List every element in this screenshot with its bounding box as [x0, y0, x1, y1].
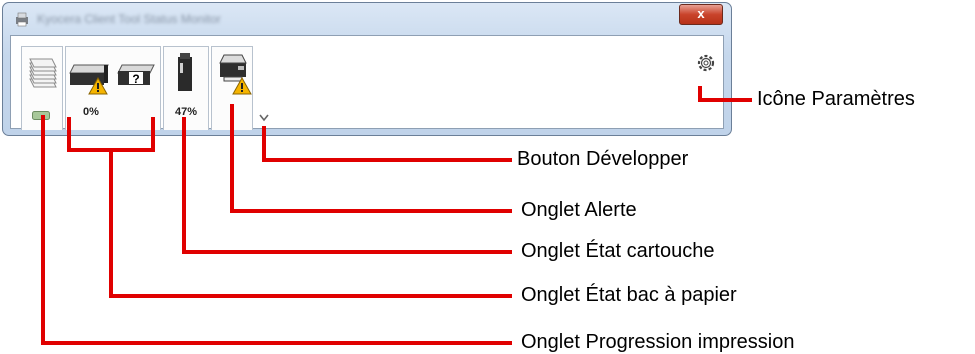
label-toner-tab: Onglet État cartouche	[521, 240, 715, 262]
callout-settings	[698, 86, 752, 102]
label-paper-tab: Onglet État bac à papier	[521, 284, 737, 306]
label-expand-button: Bouton Développer	[517, 148, 689, 170]
label-progress-tab: Onglet Progression impression	[521, 331, 795, 353]
callout-lines	[41, 86, 752, 345]
callout-expand	[262, 126, 512, 162]
callout-alert	[230, 104, 512, 213]
label-alert-tab: Onglet Alerte	[521, 199, 637, 221]
label-settings-icon: Icône Paramètres	[757, 88, 915, 110]
callout-paper	[67, 117, 155, 152]
callout-paper-stem	[109, 150, 512, 298]
